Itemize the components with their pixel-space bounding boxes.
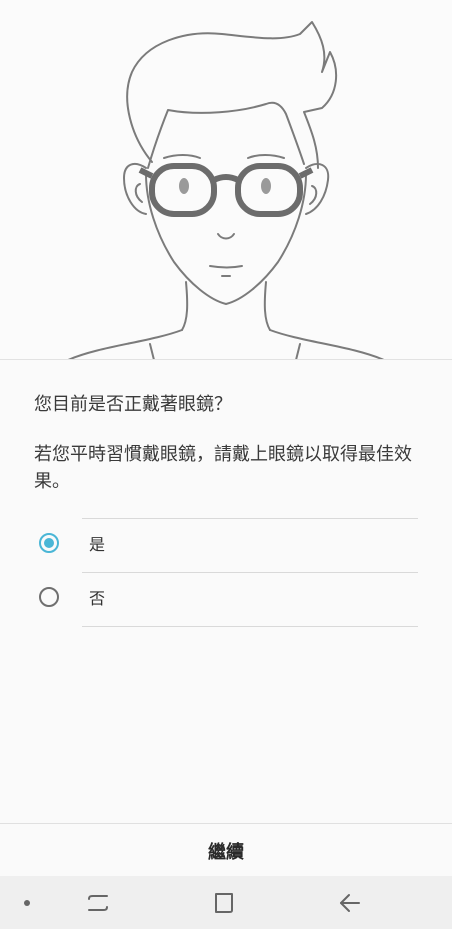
- home-icon[interactable]: [211, 890, 237, 916]
- glasses-setup-screen: 您目前是否正戴著眼鏡？ 若您平時習慣戴眼鏡，請戴上眼鏡以取得最佳效果。 是 否 …: [0, 0, 452, 929]
- recent-apps-icon[interactable]: [85, 890, 111, 916]
- dot-indicator-icon[interactable]: [24, 900, 30, 906]
- option-no-label: 否: [89, 589, 106, 608]
- face-with-glasses-illustration: [0, 0, 452, 360]
- system-navigation-bar: [0, 876, 452, 929]
- illustration-divider: [0, 359, 452, 360]
- radio-no-unchecked-icon[interactable]: [39, 587, 59, 607]
- glasses-question: 您目前是否正戴著眼鏡？: [34, 394, 232, 415]
- glasses-options: 是 否: [0, 518, 452, 627]
- option-divider: [82, 572, 418, 573]
- back-icon[interactable]: [337, 890, 363, 916]
- option-divider: [82, 626, 418, 627]
- option-divider: [82, 518, 418, 519]
- face-drawing-svg: [67, 21, 385, 360]
- option-no[interactable]: 否: [0, 572, 452, 627]
- glasses-hint-text: 若您平時習慣戴眼鏡，請戴上眼鏡以取得最佳效果。: [34, 444, 412, 492]
- radio-yes-checked-icon[interactable]: [39, 533, 59, 553]
- continue-button[interactable]: 繼續: [0, 824, 452, 877]
- option-yes[interactable]: 是: [0, 518, 452, 572]
- option-yes-label: 是: [89, 535, 106, 554]
- bottom-action-bar: 繼續: [0, 823, 452, 877]
